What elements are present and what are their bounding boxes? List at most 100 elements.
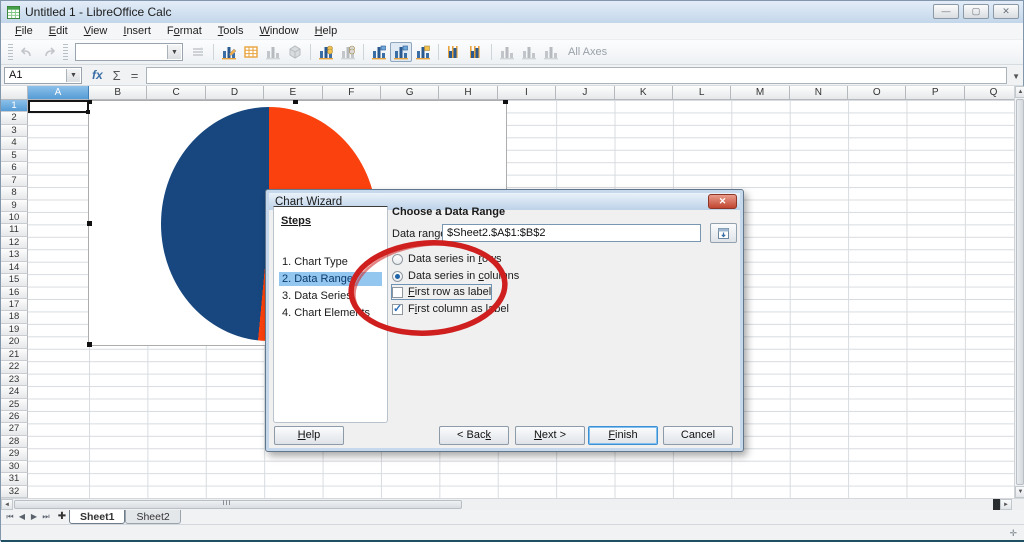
chart-type-icon[interactable] <box>218 42 240 62</box>
menu-window[interactable]: Window <box>251 24 306 38</box>
vertical-scrollbar[interactable]: ▲ ▼ <box>1014 86 1024 498</box>
row-header-27[interactable]: 27 <box>1 423 28 436</box>
checkbox-icon[interactable] <box>392 286 403 298</box>
row-header-16[interactable]: 16 <box>1 286 28 299</box>
first-sheet-icon[interactable]: ⏮ <box>5 512 15 522</box>
row-header-26[interactable]: 26 <box>1 410 28 424</box>
last-sheet-icon[interactable]: ⏭ <box>41 512 51 522</box>
menu-tools[interactable]: Tools <box>210 24 252 38</box>
row-header-20[interactable]: 20 <box>1 336 28 349</box>
row-header-11[interactable]: 11 <box>1 224 28 237</box>
equals-icon[interactable]: = <box>131 68 139 83</box>
column-header-j[interactable]: J <box>556 86 615 100</box>
zoom-control-icon[interactable]: ✛ <box>1009 528 1017 539</box>
row-header-3[interactable]: 3 <box>1 124 28 138</box>
formula-input[interactable] <box>146 66 1007 84</box>
previous-sheet-icon[interactable]: ◀ <box>17 512 27 522</box>
redo-icon[interactable] <box>38 42 60 62</box>
option-data-series-in-columns[interactable]: Data series in columns <box>392 269 519 283</box>
chart-wall-icon[interactable] <box>284 42 306 62</box>
expand-formula-bar-icon[interactable]: ▼ <box>1012 72 1020 81</box>
row-header-21[interactable]: 21 <box>1 348 28 362</box>
horizontal-scroll-thumb[interactable] <box>14 500 462 509</box>
scroll-left-icon[interactable]: ◄ <box>1 499 13 510</box>
row-header-13[interactable]: 13 <box>1 249 28 262</box>
dialog-close-icon[interactable]: ✕ <box>708 194 737 209</box>
column-header-i[interactable]: I <box>497 86 557 100</box>
sheet-tab-sheet1[interactable]: Sheet1 <box>69 510 126 524</box>
scale-text-icon[interactable] <box>412 42 434 62</box>
row-header-23[interactable]: 23 <box>1 373 28 387</box>
chart-handle-bottom-left[interactable] <box>87 342 92 347</box>
row-header-22[interactable]: 22 <box>1 361 28 374</box>
row-header-1[interactable]: 1 <box>1 100 28 113</box>
x-axis-icon[interactable] <box>496 42 518 62</box>
row-header-18[interactable]: 18 <box>1 311 28 324</box>
column-header-o[interactable]: O <box>848 86 907 100</box>
row-header-15[interactable]: 15 <box>1 274 28 287</box>
column-header-b[interactable]: B <box>89 86 148 100</box>
menu-edit[interactable]: Edit <box>41 24 76 38</box>
column-header-q[interactable]: Q <box>964 86 1014 100</box>
row-header-24[interactable]: 24 <box>1 386 28 399</box>
select-all-corner[interactable] <box>1 86 28 100</box>
undo-icon[interactable] <box>16 42 38 62</box>
menu-format[interactable]: Format <box>159 24 210 38</box>
column-header-f[interactable]: F <box>322 86 381 100</box>
sheet-tab-sheet2[interactable]: Sheet2 <box>125 510 181 524</box>
chart-element-selector[interactable]: ▼ <box>75 43 183 61</box>
row-header-12[interactable]: 12 <box>1 236 28 250</box>
wizard-step-2[interactable]: 2. Data Range <box>279 272 382 286</box>
split-window-handle[interactable] <box>993 499 1000 510</box>
data-table-icon[interactable] <box>240 42 262 62</box>
combo-dropdown-icon[interactable]: ▼ <box>167 45 181 59</box>
legend-on-off-icon[interactable] <box>368 42 390 62</box>
finish-button[interactable]: Finish <box>588 426 658 445</box>
column-header-d[interactable]: D <box>205 86 265 100</box>
row-header-6[interactable]: 6 <box>1 162 28 175</box>
row-header-7[interactable]: 7 <box>1 174 28 188</box>
row-header-17[interactable]: 17 <box>1 299 28 312</box>
radio-icon[interactable] <box>392 270 403 282</box>
data-in-rows-icon[interactable] <box>315 42 337 62</box>
wizard-step-3[interactable]: 3. Data Series <box>279 289 382 303</box>
row-header-32[interactable]: 32 <box>1 485 28 498</box>
column-header-n[interactable]: N <box>789 86 849 100</box>
row-header-9[interactable]: 9 <box>1 199 28 212</box>
function-wizard-icon[interactable]: fx <box>92 68 103 82</box>
row-header-2[interactable]: 2 <box>1 112 28 125</box>
row-header-25[interactable]: 25 <box>1 398 28 411</box>
scroll-down-icon[interactable]: ▼ <box>1015 486 1024 498</box>
data-in-columns-icon[interactable] <box>337 42 359 62</box>
row-header-4[interactable]: 4 <box>1 137 28 150</box>
automatic-layout-icon[interactable] <box>390 42 412 62</box>
format-selection-icon[interactable] <box>187 42 209 62</box>
menu-file[interactable]: File <box>7 24 41 38</box>
column-header-g[interactable]: G <box>380 86 440 100</box>
row-header-10[interactable]: 10 <box>1 211 28 225</box>
data-range-input[interactable]: $Sheet2.$A$1:$B$2 <box>442 224 701 242</box>
wizard-step-4[interactable]: 4. Chart Elements <box>279 306 382 320</box>
column-header-p[interactable]: P <box>906 86 965 100</box>
x-axis-grid-icon[interactable] <box>443 42 465 62</box>
column-header-a[interactable]: A <box>28 86 89 100</box>
row-header-5[interactable]: 5 <box>1 149 28 163</box>
option-first-column-as-label[interactable]: First column as label <box>392 302 509 316</box>
column-header-e[interactable]: E <box>264 86 323 100</box>
close-button[interactable]: ✕ <box>993 4 1019 19</box>
column-header-k[interactable]: K <box>614 86 673 100</box>
row-header-29[interactable]: 29 <box>1 448 28 461</box>
name-box-dropdown-icon[interactable]: ▼ <box>66 68 80 82</box>
titles-icon[interactable] <box>262 42 284 62</box>
row-header-28[interactable]: 28 <box>1 435 28 449</box>
column-header-l[interactable]: L <box>672 86 732 100</box>
row-header-8[interactable]: 8 <box>1 187 28 200</box>
scroll-up-icon[interactable]: ▲ <box>1015 86 1024 98</box>
column-header-m[interactable]: M <box>731 86 790 100</box>
chart-handle-left-mid[interactable] <box>87 221 92 226</box>
menu-view[interactable]: View <box>76 24 116 38</box>
checkbox-icon[interactable] <box>392 302 403 315</box>
row-header-19[interactable]: 19 <box>1 323 28 337</box>
help-button[interactable]: Help <box>274 426 344 445</box>
option-first-row-as-label[interactable]: First row as label <box>390 284 493 300</box>
